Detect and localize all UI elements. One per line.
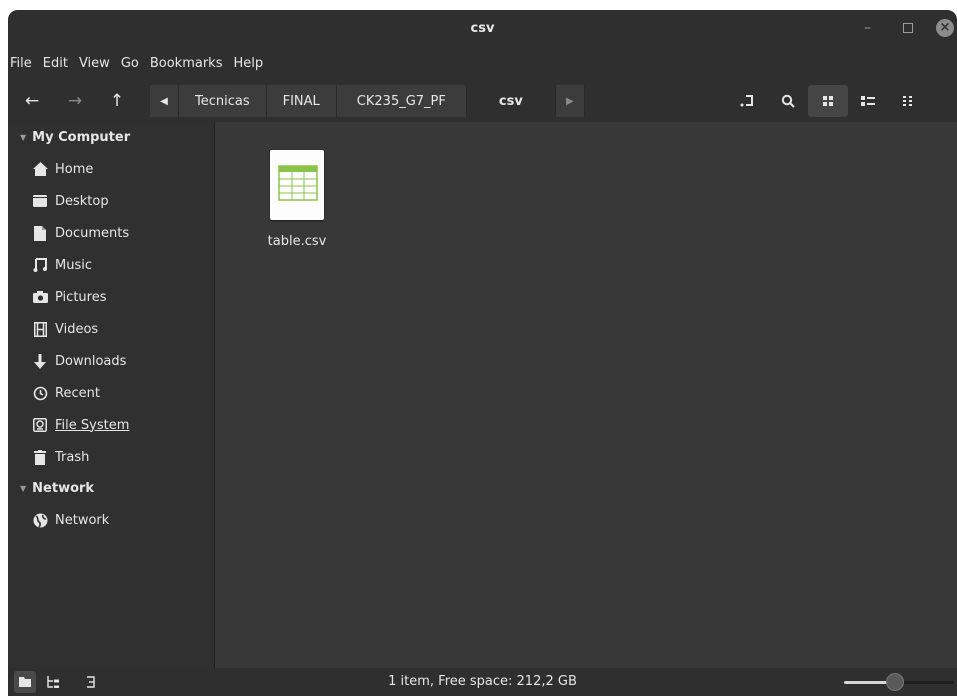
sidebar-item-label: Videos [55, 321, 99, 337]
sidebar-item-recent[interactable]: Recent [8, 377, 214, 409]
breadcrumb-item[interactable]: CK235_G7_PF [336, 85, 467, 117]
globe-icon [32, 512, 48, 528]
home-icon [32, 161, 48, 177]
status-text: 1 item, Free space: 212,2 GB [388, 674, 577, 689]
folder-icon [19, 677, 31, 687]
list-view-button[interactable] [848, 85, 888, 117]
desktop-icon [32, 193, 48, 209]
sidebar-item-home[interactable]: Home [8, 153, 214, 185]
sidebar-item-file-system[interactable]: File System [8, 409, 214, 441]
sidebar-item-videos[interactable]: Videos [8, 313, 214, 345]
show-tree-button[interactable] [42, 671, 64, 693]
maximize-button[interactable] [903, 10, 913, 46]
show-places-button[interactable] [14, 671, 36, 693]
file-manager-window: csv – × File Edit View Go Bookmarks Help… [8, 10, 957, 696]
camera-icon [32, 289, 48, 305]
sidebar-toggle-icon [87, 676, 95, 688]
arrow-right-icon: → [67, 91, 83, 111]
menu-view[interactable]: View [74, 56, 115, 71]
breadcrumb-item[interactable]: FINAL [266, 85, 337, 117]
close-button[interactable]: × [936, 10, 954, 46]
title-bar[interactable]: csv – × [8, 10, 957, 46]
breadcrumb-scroll-right[interactable]: ▶ [555, 85, 585, 117]
drive-icon [32, 417, 48, 433]
maximize-icon [903, 23, 913, 33]
sidebar-item-label: Trash [55, 449, 90, 465]
file-name: table.csv [267, 234, 327, 249]
location-toggle-button[interactable] [728, 85, 768, 117]
zoom-slider[interactable] [844, 673, 954, 691]
tree-icon [47, 676, 59, 688]
spreadsheet-file-icon [270, 150, 324, 220]
zoom-slider-handle[interactable] [886, 673, 904, 691]
grid-view-icon [823, 96, 833, 106]
back-button[interactable]: ← [16, 85, 48, 117]
toolbar: ← → ↑ ◀ Tecnicas FINAL CK235_G7_PF csv ▶ [8, 80, 957, 122]
file-view[interactable]: table.csv [215, 122, 957, 668]
arrow-left-icon: ← [24, 91, 40, 111]
sidebar-item-pictures[interactable]: Pictures [8, 281, 214, 313]
sidebar-item-label: Documents [55, 225, 130, 241]
sidebar-section-network[interactable]: ▼ Network [8, 473, 214, 504]
breadcrumb-scroll-left[interactable]: ◀ [150, 85, 179, 117]
menu-file[interactable]: File [8, 56, 37, 71]
status-bar: 1 item, Free space: 212,2 GB [8, 668, 957, 696]
sidebar-item-label: Music [55, 257, 92, 273]
menu-edit[interactable]: Edit [38, 56, 73, 71]
sidebar-section-my-computer[interactable]: ▼ My Computer [8, 122, 214, 153]
sidebar-item-label: File System [55, 417, 130, 433]
film-icon [32, 321, 48, 337]
up-button[interactable]: ↑ [101, 85, 133, 117]
download-icon [32, 353, 48, 369]
icon-view-button[interactable] [808, 85, 848, 117]
breadcrumb-item[interactable]: Tecnicas [179, 85, 267, 117]
section-title: Network [32, 481, 95, 496]
breadcrumb-item-current[interactable]: csv [466, 85, 556, 117]
view-controls [728, 85, 928, 117]
music-icon [32, 257, 48, 273]
minimize-button[interactable]: – [864, 10, 871, 46]
sidebar-item-downloads[interactable]: Downloads [8, 345, 214, 377]
sidebar-item-label: Desktop [55, 193, 109, 209]
window-title: csv [470, 20, 495, 36]
sidebar-item-documents[interactable]: Documents [8, 217, 214, 249]
close-icon: × [936, 19, 954, 37]
section-title: My Computer [32, 130, 131, 145]
sidebar-item-label: Pictures [55, 289, 107, 305]
location-toggle-icon [740, 95, 753, 107]
sidebar-item-label: Network [55, 512, 110, 528]
sidebar-item-label: Downloads [55, 353, 127, 369]
triangle-left-icon: ◀ [160, 95, 168, 107]
triangle-right-icon: ▶ [566, 95, 574, 107]
sidebar: ▼ My Computer Home Desktop Documents Mus… [8, 122, 215, 668]
sidebar-item-label: Home [55, 161, 94, 177]
sidebar-item-network[interactable]: Network [8, 504, 214, 536]
document-icon [32, 225, 48, 241]
search-icon [781, 94, 795, 108]
menu-help[interactable]: Help [228, 56, 268, 71]
search-button[interactable] [768, 85, 808, 117]
expand-triangle-icon: ▼ [20, 484, 27, 493]
hide-sidebar-button[interactable] [80, 671, 102, 693]
list-view-icon [861, 96, 875, 106]
trash-icon [32, 449, 48, 465]
expand-triangle-icon: ▼ [20, 133, 27, 142]
arrow-up-icon: ↑ [109, 91, 125, 111]
compact-view-icon [903, 96, 912, 106]
forward-button[interactable]: → [59, 85, 91, 117]
sidebar-item-label: Recent [55, 385, 100, 401]
file-item[interactable]: table.csv [245, 150, 349, 249]
sidebar-item-trash[interactable]: Trash [8, 441, 214, 473]
menu-bar: File Edit View Go Bookmarks Help [8, 46, 957, 80]
compact-view-button[interactable] [888, 85, 928, 117]
sidebar-item-music[interactable]: Music [8, 249, 214, 281]
breadcrumb: ◀ Tecnicas FINAL CK235_G7_PF csv ▶ [150, 85, 585, 117]
recent-icon [32, 385, 48, 401]
menu-bookmarks[interactable]: Bookmarks [145, 56, 228, 71]
menu-go[interactable]: Go [116, 56, 144, 71]
sidebar-item-desktop[interactable]: Desktop [8, 185, 214, 217]
